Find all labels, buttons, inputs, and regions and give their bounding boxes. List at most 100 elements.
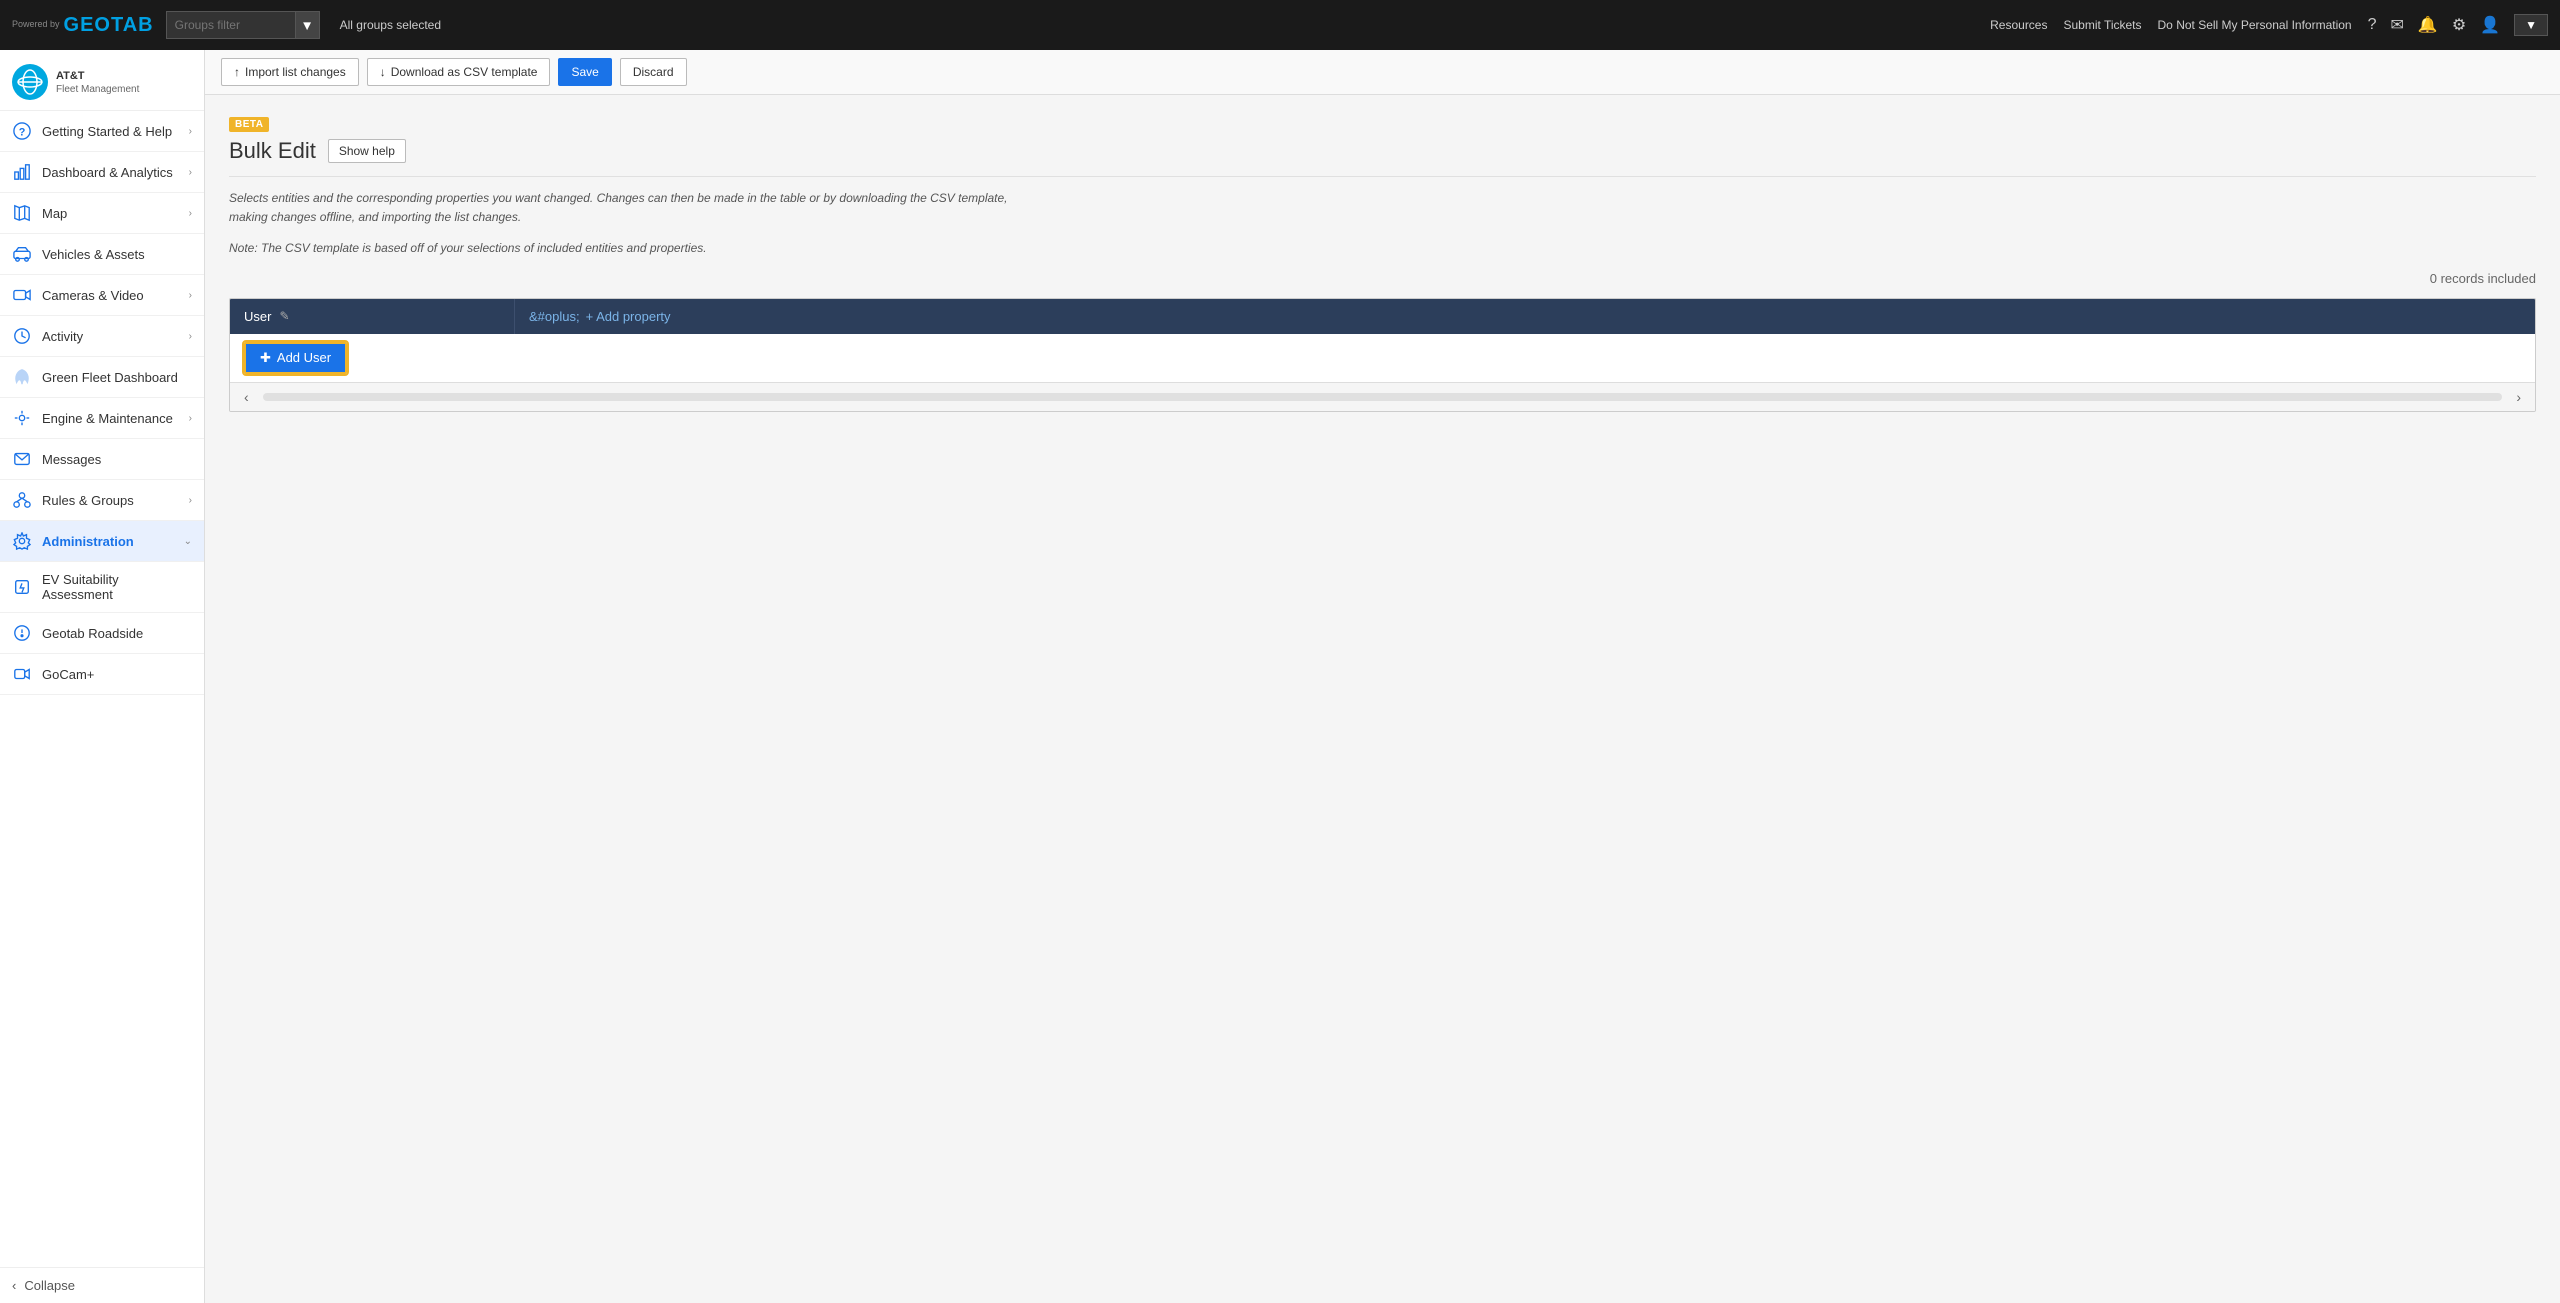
sidebar-item-green-fleet[interactable]: Green Fleet Dashboard xyxy=(0,357,204,398)
cameras-label: Cameras & Video xyxy=(42,288,144,303)
save-button[interactable]: Save xyxy=(558,58,611,86)
import-icon: ↑ xyxy=(234,65,240,79)
map-icon xyxy=(12,203,32,223)
description-text-1: Selects entities and the corresponding p… xyxy=(229,189,1029,227)
engine-icon xyxy=(12,408,32,428)
activity-icon xyxy=(12,326,32,346)
download-csv-button[interactable]: ↓ Download as CSV template xyxy=(367,58,551,86)
discard-button[interactable]: Discard xyxy=(620,58,687,86)
att-logo-icon xyxy=(12,64,48,100)
import-list-changes-button[interactable]: ↑ Import list changes xyxy=(221,58,359,86)
help-icon-btn[interactable]: ? xyxy=(2368,16,2377,34)
top-bar-left: Powered by GEOTAB ▼ All groups selected xyxy=(12,11,441,39)
notification-icon-btn[interactable]: 🔔 xyxy=(2418,15,2438,35)
geotab-roadside-icon xyxy=(12,623,32,643)
cameras-chevron: › xyxy=(189,290,192,301)
top-bar-right: Resources Submit Tickets Do Not Sell My … xyxy=(1990,14,2548,36)
groups-filter-wrapper: ▼ xyxy=(166,11,320,39)
main-layout: AT&T Fleet Management ? Getting Started … xyxy=(0,50,2560,1303)
gocam-icon xyxy=(12,664,32,684)
add-property-button[interactable]: &#oplus; + Add property xyxy=(515,299,2535,334)
resources-link[interactable]: Resources xyxy=(1990,18,2047,32)
bulk-col-user: User ✎ xyxy=(230,299,515,334)
dashboard-chevron: › xyxy=(189,167,192,178)
ev-suitability-icon xyxy=(12,577,32,597)
bulk-edit-table: User ✎ &#oplus; + Add property ✚ Add Use… xyxy=(229,298,2536,412)
geotab-roadside-label: Geotab Roadside xyxy=(42,626,143,641)
sidebar-item-ev-suitability[interactable]: EV Suitability Assessment xyxy=(0,562,204,613)
geotab-logo: Powered by GEOTAB xyxy=(12,14,154,37)
ev-suitability-label: EV Suitability Assessment xyxy=(42,572,192,602)
content-area: ↑ Import list changes ↓ Download as CSV … xyxy=(205,50,2560,1303)
user-icon-btn[interactable]: 👤 xyxy=(2480,15,2500,35)
sidebar-item-engine[interactable]: Engine & Maintenance › xyxy=(0,398,204,439)
green-fleet-label: Green Fleet Dashboard xyxy=(42,370,178,385)
scroll-nav-bar: ‹ › xyxy=(230,382,2535,411)
sidebar-nav: ? Getting Started & Help › Dashboard & A… xyxy=(0,111,204,1267)
gocam-label: GoCam+ xyxy=(42,667,94,682)
att-label-group: AT&T Fleet Management xyxy=(56,69,139,94)
administration-label: Administration xyxy=(42,534,134,549)
green-fleet-icon xyxy=(12,367,32,387)
getting-started-icon: ? xyxy=(12,121,32,141)
bulk-table-header: User ✎ &#oplus; + Add property xyxy=(230,299,2535,334)
sidebar: AT&T Fleet Management ? Getting Started … xyxy=(0,50,205,1303)
rules-chevron: › xyxy=(189,495,192,506)
records-count: 0 records included xyxy=(229,271,2536,286)
mail-icon-btn[interactable]: ✉ xyxy=(2391,15,2404,35)
top-bar: Powered by GEOTAB ▼ All groups selected … xyxy=(0,0,2560,50)
scroll-left-button[interactable]: ‹ xyxy=(238,387,255,407)
add-property-label: + Add property xyxy=(586,309,671,324)
att-sublabel: Fleet Management xyxy=(56,84,139,95)
rules-icon xyxy=(12,490,32,510)
scroll-track xyxy=(263,393,2503,401)
sidebar-item-gocam[interactable]: GoCam+ xyxy=(0,654,204,695)
user-dropdown-btn[interactable]: ▼ xyxy=(2514,14,2548,36)
vehicles-label: Vehicles & Assets xyxy=(42,247,145,262)
beta-badge: BETA xyxy=(229,117,269,132)
top-bar-icons: ? ✉ 🔔 ⚙ 👤 ▼ xyxy=(2368,14,2548,36)
powered-by-text: Powered by xyxy=(12,20,60,30)
map-chevron: › xyxy=(189,208,192,219)
groups-filter-input[interactable] xyxy=(166,11,296,39)
svg-text:?: ? xyxy=(19,127,26,139)
dashboard-label: Dashboard & Analytics xyxy=(42,165,173,180)
bulk-table-body: ✚ Add User xyxy=(230,334,2535,382)
download-icon: ↓ xyxy=(380,65,386,79)
sidebar-item-map[interactable]: Map › xyxy=(0,193,204,234)
collapse-button[interactable]: ‹ Collapse xyxy=(0,1267,204,1303)
page-title: Bulk Edit xyxy=(229,138,316,164)
groups-filter-dropdown-btn[interactable]: ▼ xyxy=(296,11,320,39)
administration-chevron: ⌄ xyxy=(184,536,192,547)
map-label: Map xyxy=(42,206,67,221)
add-property-icon: &#oplus; xyxy=(529,309,580,324)
sidebar-item-dashboard[interactable]: Dashboard & Analytics › xyxy=(0,152,204,193)
sidebar-item-cameras[interactable]: Cameras & Video › xyxy=(0,275,204,316)
sidebar-item-geotab-roadside[interactable]: Geotab Roadside xyxy=(0,613,204,654)
add-user-button[interactable]: ✚ Add User xyxy=(244,342,347,374)
vehicles-icon xyxy=(12,244,32,264)
sidebar-item-vehicles[interactable]: Vehicles & Assets xyxy=(0,234,204,275)
getting-started-label: Getting Started & Help xyxy=(42,124,172,139)
activity-chevron: › xyxy=(189,331,192,342)
sidebar-item-administration[interactable]: Administration ⌄ xyxy=(0,521,204,562)
collapse-label: Collapse xyxy=(24,1278,75,1293)
user-edit-icon[interactable]: ✎ xyxy=(279,309,289,323)
description-text-2: Note: The CSV template is based off of y… xyxy=(229,239,1029,258)
sidebar-item-activity[interactable]: Activity › xyxy=(0,316,204,357)
show-help-button[interactable]: Show help xyxy=(328,139,406,163)
activity-label: Activity xyxy=(42,329,83,344)
engine-chevron: › xyxy=(189,413,192,424)
messages-label: Messages xyxy=(42,452,101,467)
scroll-right-button[interactable]: › xyxy=(2510,387,2527,407)
sidebar-item-rules[interactable]: Rules & Groups › xyxy=(0,480,204,521)
action-toolbar: ↑ Import list changes ↓ Download as CSV … xyxy=(205,50,2560,95)
sidebar-item-getting-started[interactable]: ? Getting Started & Help › xyxy=(0,111,204,152)
submit-tickets-link[interactable]: Submit Tickets xyxy=(2063,18,2141,32)
settings-icon-btn[interactable]: ⚙ xyxy=(2452,15,2466,35)
att-label: AT&T xyxy=(56,69,139,83)
do-not-sell-link[interactable]: Do Not Sell My Personal Information xyxy=(2158,18,2352,32)
engine-label: Engine & Maintenance xyxy=(42,411,173,426)
add-user-plus-icon: ✚ xyxy=(260,350,271,366)
sidebar-item-messages[interactable]: Messages xyxy=(0,439,204,480)
